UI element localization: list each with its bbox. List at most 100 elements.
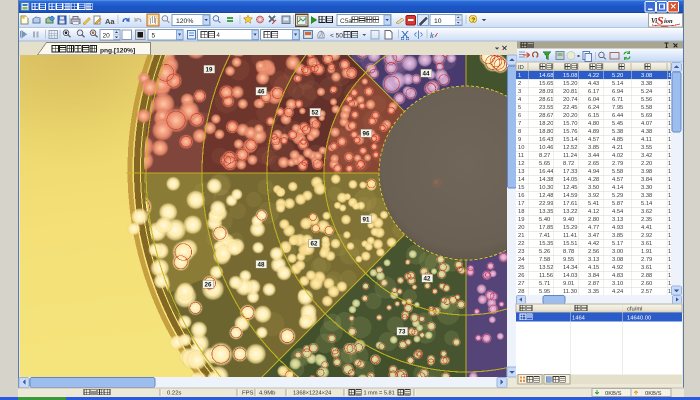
svg-text:21: 21	[518, 233, 524, 239]
svg-text:7: 7	[518, 121, 521, 127]
svg-text:13.35: 13.35	[539, 209, 554, 215]
svg-text:1: 1	[668, 113, 671, 119]
svg-text:png.[120%]: png.[120%]	[100, 47, 135, 54]
svg-text:1: 1	[668, 265, 671, 271]
svg-text:1: 1	[668, 201, 671, 207]
svg-text:19: 19	[518, 217, 524, 223]
svg-text:1: 1	[668, 161, 671, 167]
svg-text:10: 10	[434, 18, 442, 25]
svg-text:4.85: 4.85	[612, 137, 623, 143]
svg-text:3.38: 3.38	[641, 81, 652, 87]
svg-text:14.38: 14.38	[539, 177, 554, 183]
svg-text:9.55: 9.55	[563, 257, 574, 263]
svg-text:3.35: 3.35	[588, 289, 599, 295]
svg-text:14.03: 14.03	[563, 273, 578, 279]
svg-text:26: 26	[205, 282, 212, 289]
svg-text:4.38: 4.38	[641, 129, 652, 135]
svg-text:6.71: 6.71	[612, 97, 623, 103]
svg-text:24: 24	[518, 257, 525, 263]
svg-text:3.44: 3.44	[588, 153, 600, 159]
svg-text:2.35: 2.35	[641, 217, 652, 223]
svg-text:1368×1224×24: 1368×1224×24	[293, 390, 331, 396]
svg-text:1 mm = 5.81: 1 mm = 5.81	[364, 390, 395, 396]
svg-text:1: 1	[668, 225, 671, 231]
svg-text:4.02: 4.02	[612, 153, 623, 159]
svg-text:3.00: 3.00	[612, 249, 623, 255]
svg-text:4.43: 4.43	[588, 81, 599, 87]
svg-text:4.9Mb: 4.9Mb	[259, 390, 276, 396]
svg-text:28.61: 28.61	[539, 97, 554, 103]
svg-text:5.29: 5.29	[612, 193, 623, 199]
svg-text:3.50: 3.50	[588, 185, 599, 191]
svg-text:6.17: 6.17	[588, 89, 599, 95]
svg-text:3: 3	[518, 89, 521, 95]
svg-text:2.60: 2.60	[641, 281, 652, 287]
svg-text:10.46: 10.46	[539, 145, 554, 151]
svg-text:1: 1	[668, 169, 671, 175]
svg-text:5.24: 5.24	[641, 89, 653, 95]
svg-text:4.80: 4.80	[588, 121, 599, 127]
svg-text:27: 27	[518, 281, 524, 287]
svg-text:5.58: 5.58	[612, 169, 623, 175]
svg-text:5.17: 5.17	[612, 241, 623, 247]
svg-text:15.29: 15.29	[563, 225, 578, 231]
svg-text:15.20: 15.20	[563, 81, 578, 87]
svg-text:13.22: 13.22	[563, 209, 578, 215]
svg-text:7.58: 7.58	[539, 257, 550, 263]
svg-text:8.78: 8.78	[563, 249, 574, 255]
svg-text:22: 22	[518, 241, 524, 247]
svg-text:5.65: 5.65	[539, 161, 550, 167]
svg-text:Aa: Aa	[105, 17, 115, 26]
svg-text:7.95: 7.95	[612, 105, 623, 111]
svg-text:17: 17	[518, 201, 524, 207]
svg-text:< 50: < 50	[330, 33, 343, 40]
svg-text:6.15: 6.15	[588, 113, 599, 119]
svg-text:4.92: 4.92	[612, 265, 623, 271]
svg-text:0KB/S: 0KB/S	[605, 391, 622, 397]
svg-text:96: 96	[363, 131, 370, 138]
svg-text:14.68: 14.68	[539, 73, 554, 79]
svg-text:8.27: 8.27	[539, 153, 550, 159]
svg-text:3.84: 3.84	[641, 177, 653, 183]
svg-text:5.20: 5.20	[612, 73, 623, 79]
svg-text:3.85: 3.85	[588, 145, 599, 151]
svg-text:5.38: 5.38	[612, 129, 623, 135]
svg-text:17.85: 17.85	[539, 225, 554, 231]
svg-text:14: 14	[518, 177, 525, 183]
svg-text:28.09: 28.09	[539, 89, 554, 95]
svg-text:19: 19	[206, 67, 213, 74]
svg-text:25: 25	[518, 265, 524, 271]
svg-text:2.79: 2.79	[612, 161, 623, 167]
svg-text:1: 1	[668, 273, 671, 279]
svg-text:2.92: 2.92	[641, 233, 652, 239]
svg-text:2.57: 2.57	[641, 289, 652, 295]
svg-text:2.65: 2.65	[588, 161, 599, 167]
svg-text:4.21: 4.21	[612, 145, 623, 151]
svg-text:18.80: 18.80	[539, 129, 554, 135]
svg-text:4.42: 4.42	[588, 241, 599, 247]
svg-text:4.83: 4.83	[612, 273, 623, 279]
svg-text:17.33: 17.33	[563, 169, 578, 175]
svg-text:4.24: 4.24	[612, 289, 624, 295]
svg-text:46: 46	[258, 89, 265, 96]
svg-text:5.87: 5.87	[612, 201, 623, 207]
svg-text:13.52: 13.52	[539, 265, 554, 271]
svg-text:18: 18	[518, 209, 524, 215]
svg-text:1: 1	[668, 129, 671, 135]
svg-text:S: S	[657, 14, 664, 28]
svg-text:9: 9	[518, 137, 521, 143]
svg-text:4.89: 4.89	[588, 129, 599, 135]
svg-text:11.41: 11.41	[563, 233, 577, 239]
svg-text:5.41: 5.41	[588, 201, 599, 207]
svg-text:12.48: 12.48	[539, 193, 554, 199]
svg-text:2.87: 2.87	[588, 281, 599, 287]
svg-text:5.14: 5.14	[612, 81, 624, 87]
svg-text:3.30: 3.30	[641, 185, 652, 191]
svg-text:5.26: 5.26	[539, 249, 550, 255]
svg-text:1: 1	[668, 217, 671, 223]
svg-text:15.65: 15.65	[539, 81, 554, 87]
svg-text:1: 1	[668, 177, 671, 183]
svg-text:28.67: 28.67	[539, 113, 554, 119]
svg-text:3.08: 3.08	[641, 73, 652, 79]
svg-text:14.05: 14.05	[563, 177, 578, 183]
